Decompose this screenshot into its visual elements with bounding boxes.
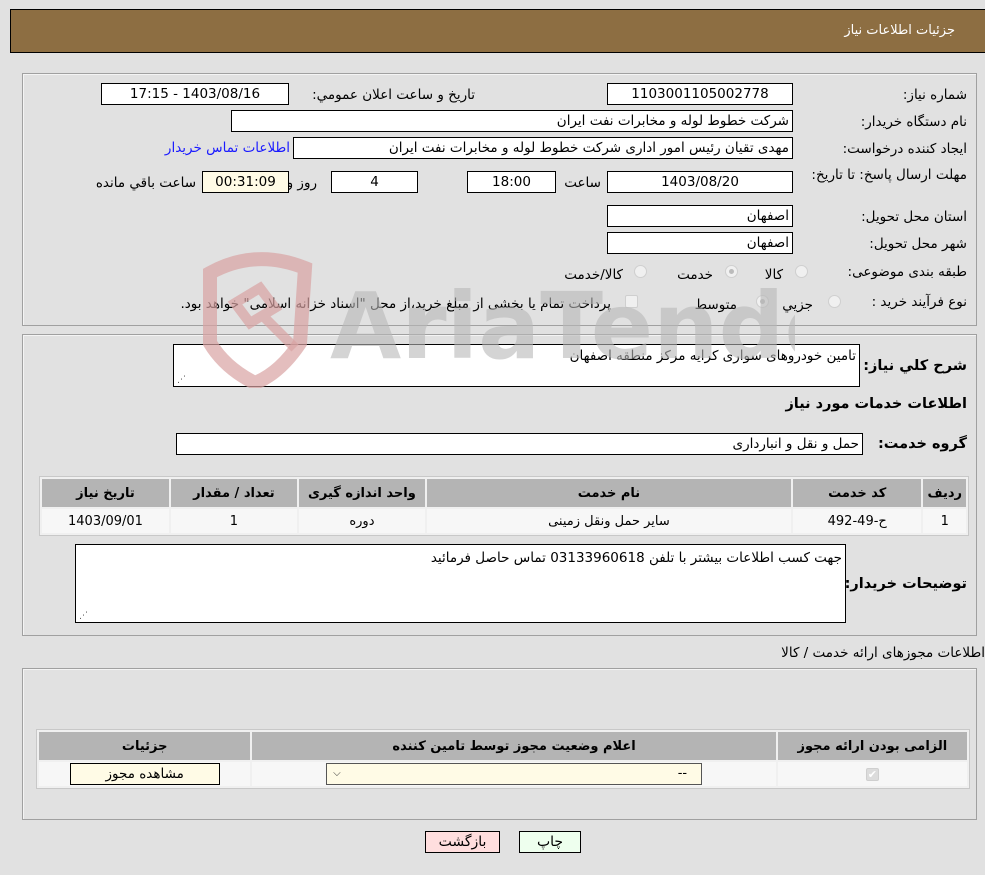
buyer-org-field: شرکت خطوط لوله و مخابرات نفت ایران xyxy=(231,110,793,132)
remaining-time-label: ساعت باقي مانده xyxy=(95,175,196,191)
col-need-date: تاریخ نیاز xyxy=(42,479,169,507)
permit-status-select[interactable]: -- ⌵ xyxy=(326,763,703,785)
buyer-notes-textarea[interactable]: جهت کسب اطلاعات بیشتر با تلفن 0313396061… xyxy=(75,544,846,623)
process-option-medium: متوسط xyxy=(694,297,737,313)
col-permit-details: جزئیات xyxy=(39,732,251,760)
cell-row-number: 1 xyxy=(923,509,966,533)
col-permit-status: اعلام وضعیت مجوز توسط تامین کننده xyxy=(252,732,776,760)
view-permit-button[interactable]: مشاهده مجوز xyxy=(69,763,220,785)
print-button[interactable]: چاپ xyxy=(519,831,581,853)
remaining-time-field: 00:31:09 xyxy=(202,171,289,193)
buyer-notes-label: توضیحات خریدار: xyxy=(844,576,967,592)
province-field: اصفهان xyxy=(607,205,793,227)
table-row: ✔ -- ⌵ مشاهده مجوز xyxy=(39,762,967,786)
summary-text: تامین خودروهای سواری کرایه مرکز منطقه اص… xyxy=(569,348,856,364)
services-table: ردیف کد خدمت نام خدمت واحد اندازه گیری ت… xyxy=(39,476,969,536)
buyer-contact-link[interactable]: اطلاعات تماس خریدار xyxy=(165,140,290,156)
process-radio-minor[interactable] xyxy=(828,295,841,308)
cell-need-date: 1403/09/01 xyxy=(42,509,169,533)
col-service-name: نام خدمت xyxy=(426,479,791,507)
category-radio-goods[interactable] xyxy=(795,265,808,278)
city-label: شهر محل تحویل: xyxy=(869,236,967,252)
service-group-field: حمل و نقل و انبارداری xyxy=(176,433,863,455)
back-button[interactable]: بازگشت xyxy=(425,831,500,853)
col-service-code: کد خدمت xyxy=(793,479,922,507)
deadline-label: مهلت ارسال پاسخ: تا تاریخ: xyxy=(811,167,967,183)
cell-permit-status: -- ⌵ xyxy=(252,762,776,786)
need-number-label: شماره نیاز: xyxy=(902,87,967,103)
category-option-goods: کالا xyxy=(764,267,783,283)
buyer-org-label: نام دستگاه خریدار: xyxy=(860,114,967,130)
col-row-number: ردیف xyxy=(923,479,966,507)
cell-service-name: سایر حمل ونقل زمینی xyxy=(426,509,791,533)
permits-title: اطلاعات مجوزهای ارائه خدمت / کالا xyxy=(781,645,985,661)
category-option-goods-service: کالا/خدمت xyxy=(564,267,623,283)
cell-unit: دوره xyxy=(298,509,425,533)
permit-status-value: -- xyxy=(677,766,688,781)
chevron-down-icon: ⌵ xyxy=(333,768,341,779)
process-label: نوع فرآیند خرید : xyxy=(871,294,967,310)
permits-table: الزامی بودن ارائه مجوز اعلام وضعیت مجوز … xyxy=(36,729,970,789)
deadline-time-label: ساعت xyxy=(564,175,601,191)
need-number-field: 1103001105002778 xyxy=(607,83,793,105)
col-quantity: تعداد / مقدار xyxy=(170,479,297,507)
services-table-header: ردیف کد خدمت نام خدمت واحد اندازه گیری ت… xyxy=(42,479,966,507)
cell-permit-required: ✔ xyxy=(777,762,967,786)
summary-label: شرح کلي نیاز: xyxy=(863,358,967,374)
deadline-date-field: 1403/08/20 xyxy=(607,171,793,193)
city-field: اصفهان xyxy=(607,232,793,254)
service-group-label: گروه خدمت: xyxy=(877,436,967,452)
page-title: جزئیات اطلاعات نیاز xyxy=(844,23,955,38)
days-remaining-field: 4 xyxy=(331,171,418,193)
col-unit: واحد اندازه گیری xyxy=(298,479,425,507)
services-heading: اطلاعات خدمات مورد نیاز xyxy=(785,396,967,412)
resize-grip-icon[interactable]: ⋱ xyxy=(78,611,88,621)
days-label: روز و xyxy=(286,175,317,191)
province-label: استان محل تحویل: xyxy=(861,209,967,225)
creator-label: ایجاد کننده درخواست: xyxy=(842,141,967,157)
permits-table-header: الزامی بودن ارائه مجوز اعلام وضعیت مجوز … xyxy=(39,732,967,760)
category-label: طبقه بندی موضوعی: xyxy=(847,264,967,280)
resize-grip-icon[interactable]: ⋱ xyxy=(176,375,186,385)
category-radio-goods-service[interactable] xyxy=(634,265,647,278)
treasury-checkbox-label: پرداخت تمام یا بخشی از مبلغ خرید،از محل … xyxy=(180,296,611,312)
cell-quantity: 1 xyxy=(170,509,297,533)
deadline-time-field: 18:00 xyxy=(467,171,556,193)
process-option-minor: جزيي xyxy=(782,297,813,313)
buyer-notes-text: جهت کسب اطلاعات بیشتر با تلفن 0313396061… xyxy=(430,550,842,566)
cell-service-code: ح-49-492 xyxy=(793,509,922,533)
page-header: جزئیات اطلاعات نیاز xyxy=(10,9,985,53)
summary-textarea[interactable]: تامین خودروهای سواری کرایه مرکز منطقه اص… xyxy=(173,344,860,387)
announce-date-label: تاریخ و ساعت اعلان عمومي: xyxy=(312,87,475,103)
table-row: 1 ح-49-492 سایر حمل ونقل زمینی دوره 1 14… xyxy=(42,509,966,533)
cell-permit-details: مشاهده مجوز xyxy=(39,762,251,786)
col-permit-required: الزامی بودن ارائه مجوز xyxy=(777,732,967,760)
category-option-service: خدمت xyxy=(677,267,713,283)
treasury-checkbox[interactable] xyxy=(625,295,638,308)
category-radio-service[interactable] xyxy=(725,265,738,278)
announce-date-field: 1403/08/16 - 17:15 xyxy=(101,83,289,105)
creator-field: مهدی تقیان رئیس امور اداری شرکت خطوط لول… xyxy=(293,137,793,159)
process-radio-medium[interactable] xyxy=(756,295,769,308)
permit-required-checkbox: ✔ xyxy=(865,767,879,781)
